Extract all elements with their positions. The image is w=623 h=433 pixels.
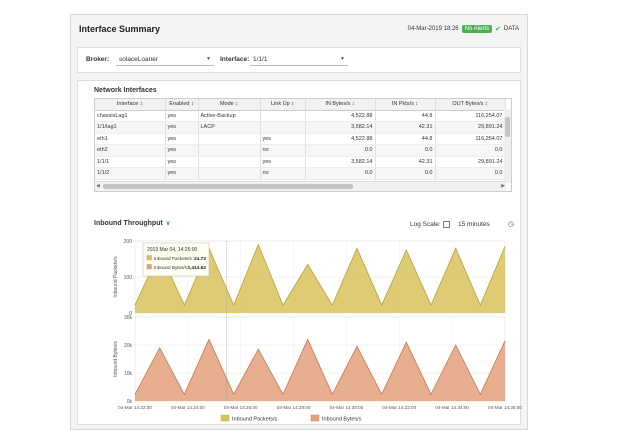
y-axis-label: Inbound Bytes/s xyxy=(113,341,119,377)
legend-swatch xyxy=(220,414,230,422)
y-tick-label: 10k xyxy=(124,371,133,377)
y-tick-label: 100 xyxy=(124,275,133,281)
throughput-charts: 2001000Inbound Packets/s30k20k10k0kInbou… xyxy=(113,239,522,423)
x-tick-label: 04-Mar 14:36:00 xyxy=(488,405,522,410)
x-tick-label: 04-Mar 14:28:00 xyxy=(277,405,311,410)
interface-summary-panel: Interface Summary 04-Mar-2019 18:26 No A… xyxy=(70,14,528,430)
y-axis-label: Inbound Packets/s xyxy=(113,256,119,298)
tooltip-swatch xyxy=(146,255,152,261)
tooltip-value: 2,414.62 xyxy=(187,265,206,271)
y-tick-label: 30k xyxy=(124,315,133,321)
legend-label: Inbound Bytes/s xyxy=(322,417,362,423)
x-tick-label: 04-Mar 14:22:00 xyxy=(118,405,152,410)
x-tick-label: 04-Mar 14:24:00 xyxy=(171,405,205,410)
tooltip-label: Inbound Packets/s : xyxy=(154,256,194,261)
x-tick-label: 04-Mar 14:30:00 xyxy=(330,405,364,410)
y-tick-label: 200 xyxy=(124,239,133,245)
legend-swatch xyxy=(310,414,320,422)
x-tick-label: 04-Mar 14:34:00 xyxy=(435,405,469,410)
tooltip-label: Inbound Bytes/s : xyxy=(154,265,190,270)
y-tick-label: 20k xyxy=(124,343,133,349)
x-tick-label: 04-Mar 14:26:00 xyxy=(224,405,258,410)
legend-label: Inbound Packets/s xyxy=(232,417,278,423)
x-tick-label: 04-Mar 14:32:00 xyxy=(382,405,416,410)
tooltip-swatch xyxy=(146,264,152,270)
tooltip-value: 24.72 xyxy=(194,256,206,262)
tooltip-time: 2019 Mar 04, 14:26:00 xyxy=(147,247,198,253)
